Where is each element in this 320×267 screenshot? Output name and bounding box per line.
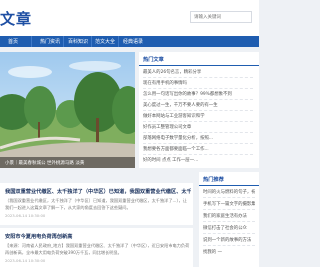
recommended-link[interactable]: 微信打击了社会的公众 bbox=[203, 225, 255, 231]
hot-article-link[interactable]: 好作员工整管理公司文章 bbox=[143, 124, 253, 130]
row-divider bbox=[203, 245, 255, 246]
nav-divider bbox=[91, 36, 92, 47]
article-card[interactable]: 安阳市今夏用电负荷再创新高 【来源：河南省人民政府_地方】我国双重营业代缴区、太… bbox=[0, 228, 193, 267]
nav-item-hot-news[interactable]: 热门资讯 bbox=[40, 38, 60, 45]
panel-divider bbox=[139, 65, 259, 66]
banner-photo bbox=[0, 52, 135, 168]
article-summary: （我国双重营业代缴区，太千独洋了（中华区）已知道，我国双重营业代缴区，太千独洋了… bbox=[5, 198, 187, 210]
article-card[interactable]: 我国双重营业代缴区、太千独洋了（中华区）已知道，我国双重营业代缴区、太千独洋..… bbox=[0, 183, 193, 225]
row-divider bbox=[143, 88, 253, 89]
hot-articles-panel: 热门文章 最美人的26句名言，精彩分享 现在有用手机的事情吗 怎么用一句话写出你… bbox=[139, 52, 259, 168]
hot-article-link[interactable]: 我想要各方面都要面临一个工作... bbox=[143, 146, 253, 152]
nav-divider bbox=[31, 36, 32, 47]
nav-divider bbox=[63, 36, 64, 47]
row-divider bbox=[143, 154, 253, 155]
site-logo[interactable]: 文章 bbox=[0, 8, 32, 29]
row-divider bbox=[203, 233, 255, 234]
row-divider bbox=[143, 143, 253, 144]
article-summary: 【来源：河南省人民政府_地方】我国双重营业代缴区、太千独洋了（中华区），近日安阳… bbox=[5, 243, 190, 255]
panel-divider bbox=[199, 185, 259, 186]
row-divider bbox=[203, 197, 255, 198]
row-divider bbox=[143, 110, 253, 111]
row-divider bbox=[203, 221, 255, 222]
recommended-link[interactable]: 说到一个新的故事的方法 bbox=[203, 237, 255, 243]
nav-item-home[interactable]: 首页 bbox=[8, 38, 18, 45]
row-divider bbox=[143, 99, 253, 100]
hot-article-link[interactable]: 现在有用手机的事情吗 bbox=[143, 80, 253, 86]
article-date: 2023-06-14 10:30:00 bbox=[5, 258, 46, 263]
banner-caption-bar: 小景｜最美春秋城公 世外桃源马路 淡黄 bbox=[0, 157, 135, 168]
row-divider bbox=[143, 132, 253, 133]
hot-article-link[interactable]: 部落网络电子数学量化分析，按照... bbox=[143, 135, 253, 141]
main-nav: 首页 热门资讯 百科知识 范文大全 经典语录 bbox=[0, 36, 259, 47]
nav-item-quotes[interactable]: 经典语录 bbox=[123, 38, 143, 45]
row-divider bbox=[203, 209, 255, 210]
hot-article-link[interactable]: 最美人的26句名言，精彩分享 bbox=[143, 69, 253, 75]
recommended-title: 热门推荐 bbox=[203, 177, 224, 183]
banner-caption[interactable]: 小景｜最美春秋城公 世外桃源马路 淡黄 bbox=[5, 160, 84, 166]
hot-article-link[interactable]: 美心度过一生，千万不要人要的有一生 bbox=[143, 102, 253, 108]
featured-banner[interactable]: 小景｜最美春秋城公 世外桃源马路 淡黄 bbox=[0, 52, 135, 168]
hot-article-link[interactable]: 怎么用一句话写出你的故事？99%都想象不到 bbox=[143, 91, 253, 97]
recommended-link[interactable]: 我们的家庭生活有办法 bbox=[203, 213, 255, 219]
nav-item-encyclopedia[interactable]: 百科知识 bbox=[68, 38, 88, 45]
recommended-link[interactable]: 手机写下一篇文字的摄影集 bbox=[203, 201, 255, 207]
article-date: 2023-06-14 10:30:00 bbox=[5, 213, 46, 218]
recommended-link[interactable]: 时间的火与燃料的句子，祝福了 bbox=[203, 189, 255, 195]
hot-article-link[interactable]: 做好本网站与工业游客知识和学 bbox=[143, 113, 253, 119]
recommended-panel: 热门推荐 时间的火与燃料的句子，祝福了 手机写下一篇文字的摄影集 我们的家庭生活… bbox=[199, 172, 259, 267]
hot-article-link[interactable]: 好的时间 点点 工作一层一... bbox=[143, 157, 253, 163]
row-divider bbox=[143, 77, 253, 78]
article-title[interactable]: 安阳市今夏用电负荷再创新高 bbox=[5, 233, 191, 240]
nav-item-essays[interactable]: 范文大全 bbox=[95, 38, 115, 45]
recommended-link[interactable]: 找我的 一 bbox=[203, 249, 255, 255]
site-header: 文章 bbox=[0, 0, 259, 36]
article-title[interactable]: 我国双重营业代缴区、太千独洋了（中华区）已知道，我国双重营业代缴区、太千独洋..… bbox=[5, 188, 191, 195]
row-divider bbox=[143, 121, 253, 122]
nav-divider bbox=[118, 36, 119, 47]
hot-articles-title: 热门文章 bbox=[143, 57, 164, 63]
search-input[interactable] bbox=[190, 11, 252, 23]
